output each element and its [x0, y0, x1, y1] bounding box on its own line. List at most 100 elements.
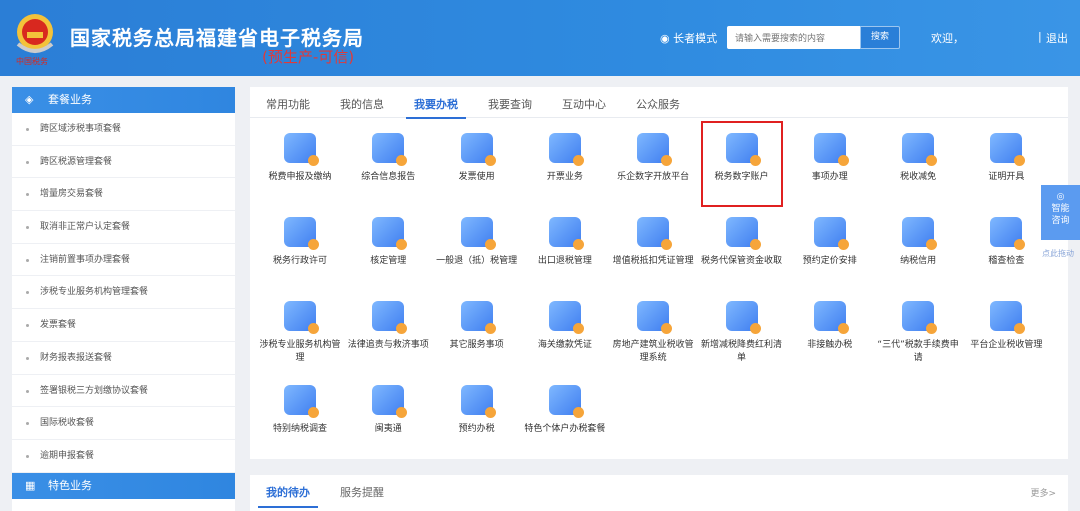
search-button[interactable]: 搜索 [860, 26, 900, 49]
sidebar-section-packages[interactable]: ◈ 套餐业务 [12, 87, 235, 113]
service-label: 开票业务 [546, 172, 583, 182]
tab-5[interactable]: 公众服务 [636, 96, 680, 112]
service-item[interactable]: 税务行政许可 [256, 211, 344, 295]
service-item[interactable]: 综合信息报告 [344, 127, 432, 211]
service-icon [990, 301, 1026, 334]
tab-3[interactable]: 我要查询 [488, 96, 532, 112]
service-item[interactable]: 特色个体户办税套餐 [521, 379, 609, 463]
service-icon [902, 217, 938, 250]
service-item[interactable]: “三代”税款手续费申请 [874, 295, 962, 379]
service-item[interactable]: 税收减免 [874, 127, 962, 211]
float-label: 咨询 [1051, 216, 1070, 226]
right-gutter [1068, 76, 1080, 511]
service-item[interactable]: 法律追责与救济事项 [344, 295, 432, 379]
service-label: 海关缴款凭证 [537, 340, 592, 350]
tab-4[interactable]: 互动中心 [562, 96, 606, 112]
service-label: 税收减免 [900, 172, 937, 182]
service-label: 非接触办税 [807, 340, 853, 350]
service-label: 涉税专业服务机构管理 [259, 340, 341, 363]
service-icon [284, 385, 319, 418]
service-label: 其它服务事项 [449, 340, 504, 350]
service-panel: 常用功能 我的信息 我要办税 我要查询 互动中心 公众服务 税费申报及缴纳 综合信息报告 发票… [250, 87, 1068, 459]
service-icon [548, 217, 584, 250]
service-item[interactable]: 闽夷通 [344, 379, 432, 463]
service-label: 税务代保管资金收取 [700, 256, 782, 266]
tab-0[interactable]: 常用功能 [266, 96, 310, 112]
sidebar-item[interactable]: 跨区税源管理套餐 [12, 146, 235, 179]
service-item[interactable]: 其它服务事项 [433, 295, 521, 379]
sidebar-item[interactable]: 取消非正常户认定套餐 [12, 211, 235, 244]
service-item[interactable]: 税费申报及缴纳 [256, 127, 344, 211]
eye-icon: ◉ [660, 32, 674, 45]
service-icon [548, 133, 584, 166]
service-item[interactable]: 新增减税降费红利清单 [698, 295, 786, 379]
tab-2[interactable]: 我要办税 [406, 96, 466, 119]
service-icon [813, 301, 849, 334]
service-icon [548, 301, 584, 334]
service-item[interactable]: 出口退税管理 [521, 211, 609, 295]
section-label: 套餐业务 [48, 93, 92, 106]
service-item[interactable]: 乐企数字开放平台 [609, 127, 697, 211]
highlight-box [701, 121, 783, 207]
smart-consult-button[interactable]: ◎ 智能 咨询 [1041, 185, 1080, 240]
site-subtitle: (预生产-可信) [262, 48, 355, 66]
service-item[interactable]: 发票使用 [433, 127, 521, 211]
service-label: 发票使用 [458, 172, 495, 182]
sidebar-section-featured[interactable]: ▦ 特色业务 [12, 472, 235, 499]
service-label: 特色个体户办税套餐 [524, 424, 606, 434]
sidebar-item[interactable]: 跨区域涉税事项套餐 [12, 113, 235, 146]
sidebar-item[interactable]: 签署银税三方划缴协议套餐 [12, 375, 235, 408]
service-item[interactable]: 一般退（抵）税管理 [433, 211, 521, 295]
sidebar-item[interactable]: 注销前置事项办理套餐 [12, 244, 235, 277]
service-item[interactable]: 纳税信用 [874, 211, 962, 295]
service-label: 稽查检查 [988, 256, 1025, 266]
sidebar-item[interactable]: 发票套餐 [12, 309, 235, 342]
service-icon [990, 133, 1026, 166]
service-item[interactable]: 事项办理 [786, 127, 874, 211]
sidebar-item[interactable]: 国际税收套餐 [12, 407, 235, 440]
service-item[interactable]: 预约办税 [433, 379, 521, 463]
drag-hint[interactable]: 点此拖动 [1042, 248, 1074, 259]
service-item[interactable]: 稽查检查 [962, 211, 1050, 295]
sidebar-item[interactable]: 财务报表报送套餐 [12, 342, 235, 375]
sidebar-item[interactable]: 增量房交易套餐 [12, 178, 235, 212]
logout-link[interactable]: 退出 [1046, 30, 1068, 46]
service-icon [813, 133, 849, 166]
service-item[interactable]: 增值税抵扣凭证管理 [609, 211, 697, 295]
service-label: 预约定价安排 [802, 256, 857, 266]
service-label: 事项办理 [811, 172, 848, 182]
tab-bar: 常用功能 我的信息 我要办税 我要查询 互动中心 公众服务 [250, 87, 1068, 119]
service-item[interactable]: 平台企业税收管理 [962, 295, 1050, 379]
service-label: 综合信息报告 [361, 172, 416, 182]
service-label: 法律追责与救济事项 [347, 340, 429, 350]
tab-my-todo[interactable]: 我的待办 [258, 484, 318, 508]
service-label: 增值税抵扣凭证管理 [612, 256, 694, 266]
service-item[interactable]: 非接触办税 [786, 295, 874, 379]
service-item[interactable]: 海关缴款凭证 [521, 295, 609, 379]
service-item[interactable]: 核定管理 [344, 211, 432, 295]
section-label: 特色业务 [48, 478, 92, 492]
service-item[interactable]: 税务代保管资金收取 [698, 211, 786, 295]
service-item[interactable]: 证明开具 [962, 127, 1050, 211]
service-icon [284, 301, 319, 334]
service-icon [460, 301, 496, 334]
tab-service-reminder[interactable]: 服务提醒 [340, 484, 384, 500]
search-input[interactable] [727, 26, 860, 49]
service-label: 乐企数字开放平台 [617, 172, 690, 182]
tab-1[interactable]: 我的信息 [340, 96, 384, 112]
separator: | [1038, 30, 1042, 43]
sidebar-item[interactable]: 逾期申报套餐 [12, 440, 235, 473]
service-label: 核定管理 [370, 256, 407, 266]
elder-mode-link[interactable]: ◉ 长者模式 [660, 30, 717, 46]
sidebar: ◈ 套餐业务 跨区域涉税事项套餐 跨区税源管理套餐 增量房交易套餐 取消非正常户认定套餐… [12, 87, 235, 511]
service-item[interactable]: 预约定价安排 [786, 211, 874, 295]
service-item[interactable]: 房地产建筑业税收管理系统 [609, 295, 697, 379]
sidebar-item[interactable]: 涉税专业服务机构管理套餐 [12, 276, 235, 310]
service-item[interactable]: 涉税专业服务机构管理 [256, 295, 344, 379]
service-item[interactable]: 特别纳税调查 [256, 379, 344, 463]
grid-icon: ▦ [25, 478, 36, 492]
more-link[interactable]: 更多> [1030, 486, 1056, 499]
service-label: 税费申报及缴纳 [268, 172, 332, 182]
service-icon [725, 217, 761, 250]
service-item[interactable]: 开票业务 [521, 127, 609, 211]
